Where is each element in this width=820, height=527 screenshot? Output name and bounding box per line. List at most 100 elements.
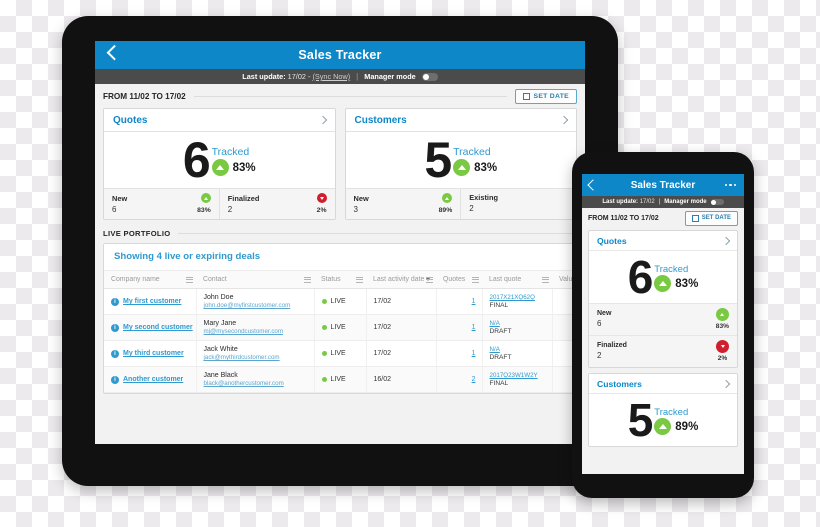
phone-kpi-row: Finalized 2 2% — [589, 335, 737, 367]
last-quote-link[interactable]: N/A — [490, 320, 552, 327]
sync-now-link[interactable]: (Sync Now) — [312, 72, 350, 81]
contact-email-link[interactable]: jack@mythirdcustomer.com — [204, 354, 314, 361]
phone-manager-mode-toggle[interactable] — [710, 198, 724, 206]
quotes-count-link[interactable]: 1 — [444, 298, 482, 305]
column-resize-handle[interactable] — [356, 276, 363, 283]
arrow-up-icon — [453, 159, 471, 176]
more-options-icon[interactable] — [724, 183, 736, 187]
info-icon[interactable]: i — [111, 349, 119, 358]
tracked-label: Tracked — [453, 146, 491, 158]
cell-status: LIVE — [314, 366, 367, 393]
status-separator: | — [356, 72, 359, 81]
kpi-footer-cell: Finalized 2 2% — [218, 189, 335, 219]
kpi-card-header[interactable]: Quotes — [104, 109, 335, 132]
cell-contact: John Doe john.doe@myfirstcustomer.com — [196, 288, 315, 315]
phone-kpi-card-customers[interactable]: Customers 5 Tracked 89% — [588, 373, 738, 447]
cell-quotes: 1 — [436, 288, 483, 315]
column-resize-handle[interactable] — [304, 276, 311, 283]
kpi-card-customers[interactable]: Customers 5 Tracked 83% New 3 89% Existi… — [344, 108, 577, 220]
column-resize-handle[interactable] — [186, 276, 193, 283]
status-label: LIVE — [330, 298, 346, 305]
info-icon[interactable]: i — [111, 375, 119, 384]
cell-last-activity-date: 17/02 — [366, 314, 437, 341]
tracked-label: Tracked — [654, 264, 689, 275]
kpi-big-number: 6 — [182, 132, 211, 188]
phone-kpi-card-header[interactable]: Quotes — [589, 231, 737, 251]
kpi-meta: Tracked 83% — [211, 146, 256, 176]
cell-last-activity-date: 17/02 — [366, 288, 437, 315]
column-header-company-name[interactable]: Company name — [104, 271, 196, 289]
table-row[interactable]: i My second customer Mary Jane mj@mysecondc… — [104, 314, 576, 341]
table-row[interactable]: i My first customer John Doe john.doe@myfir… — [104, 288, 576, 315]
chevron-right-icon[interactable] — [318, 115, 327, 125]
last-quote-link[interactable]: 2017X21XQ62Q — [490, 294, 552, 301]
company-link[interactable]: My first customer — [123, 298, 181, 305]
divider — [178, 233, 577, 234]
kpi-card-header[interactable]: Customers — [345, 109, 576, 132]
section-title: LIVE PORTFOLIO — [103, 229, 171, 238]
phone-kpi-card-title: Customers — [597, 378, 642, 389]
last-quote-state: DRAFT — [489, 328, 512, 335]
column-header-contact[interactable]: Contact — [196, 271, 314, 289]
column-header-last-activity-date[interactable]: Last activity date — [366, 271, 436, 289]
phone-app-header-bar: Sales Tracker — [582, 174, 744, 196]
back-chevron-icon[interactable] — [587, 179, 599, 191]
manager-mode-toggle[interactable] — [421, 72, 438, 81]
column-resize-handle[interactable] — [542, 276, 549, 283]
chevron-right-icon[interactable] — [721, 236, 731, 245]
cell-company-name: i My first customer — [104, 288, 197, 315]
kpi-card-quotes[interactable]: Quotes 6 Tracked 83% New 6 83% Finalized… — [103, 108, 336, 220]
kpi-card-footer: New 6 83% Finalized 2 2% — [104, 188, 335, 219]
calendar-icon — [523, 92, 531, 100]
set-date-label: SET DATE — [533, 92, 569, 100]
info-icon[interactable]: i — [111, 297, 119, 306]
phone-kpi-card-quotes[interactable]: Quotes 6 Tracked 83% New 6 83% Finalized… — [588, 230, 738, 368]
column-resize-handle[interactable] — [426, 276, 433, 283]
quotes-count-link[interactable]: 2 — [444, 376, 482, 383]
table-row[interactable]: i My third customer Jack White jack@mythird… — [104, 340, 576, 367]
last-quote-state: DRAFT — [489, 354, 512, 361]
phone-date-range-row: FROM 11/02 TO 17/02 SET DATE — [582, 208, 744, 228]
contact-email-link[interactable]: john.doe@myfirstcustomer.com — [204, 302, 314, 309]
column-header-quotes[interactable]: Quotes — [436, 271, 482, 289]
status-dot-icon — [321, 377, 327, 382]
chevron-right-icon[interactable] — [721, 379, 731, 388]
kpi-card-body: 6 Tracked 83% — [104, 132, 335, 188]
cell-last-quote: 2017X21XQ62Q FINAL — [482, 288, 553, 315]
column-header-status[interactable]: Status — [314, 271, 366, 289]
column-header-last-quote[interactable]: Last quote — [482, 271, 552, 289]
company-link[interactable]: My third customer — [123, 350, 184, 357]
info-icon[interactable]: i — [111, 323, 119, 332]
company-link[interactable]: Another customer — [123, 376, 183, 383]
tracked-label: Tracked — [654, 407, 689, 418]
last-quote-link[interactable]: 2017Q23W1W2Y — [490, 372, 552, 379]
cell-status: LIVE — [314, 340, 367, 367]
arrow-up-icon — [442, 193, 453, 203]
cell-company-name: i Another customer — [104, 366, 197, 393]
phone-kpi-trend-pct: 89% — [675, 420, 699, 433]
cell-contact: Jack White jack@mythirdcustomer.com — [196, 340, 315, 367]
phone-kpi-meta: Tracked 89% — [654, 407, 698, 435]
phone-set-date-button[interactable]: SET DATE — [684, 210, 738, 226]
table-header-row: Company name Contact Status Last activit… — [104, 271, 576, 289]
quotes-count-link[interactable]: 1 — [444, 350, 482, 357]
quotes-count-link[interactable]: 1 — [444, 324, 482, 331]
contact-email-link[interactable]: mj@mysecondcustomer.com — [204, 328, 314, 335]
phone-kpi-card-header[interactable]: Customers — [589, 374, 737, 394]
kpi-footer-name: Finalized — [227, 193, 260, 203]
set-date-button[interactable]: SET DATE — [515, 88, 577, 104]
cell-company-name: i My second customer — [104, 314, 197, 341]
last-quote-link[interactable]: N/A — [490, 346, 552, 353]
company-link[interactable]: My second customer — [123, 324, 193, 331]
contact-email-link[interactable]: black@anothercustomer.com — [204, 380, 314, 387]
contact-name: Jack White — [203, 346, 238, 353]
arrow-up-icon — [211, 159, 229, 176]
chevron-right-icon[interactable] — [559, 115, 569, 125]
cell-status: LIVE — [314, 288, 367, 315]
column-resize-handle[interactable] — [472, 276, 479, 283]
cell-last-quote: 2017Q23W1W2Y FINAL — [482, 366, 553, 393]
last-activity-value: 16/02 — [373, 376, 392, 383]
phone-kpi-row-name: New — [597, 310, 612, 317]
kpi-trend: 83% — [211, 159, 256, 176]
table-row[interactable]: i Another customer Jane Black black@another… — [104, 366, 576, 393]
